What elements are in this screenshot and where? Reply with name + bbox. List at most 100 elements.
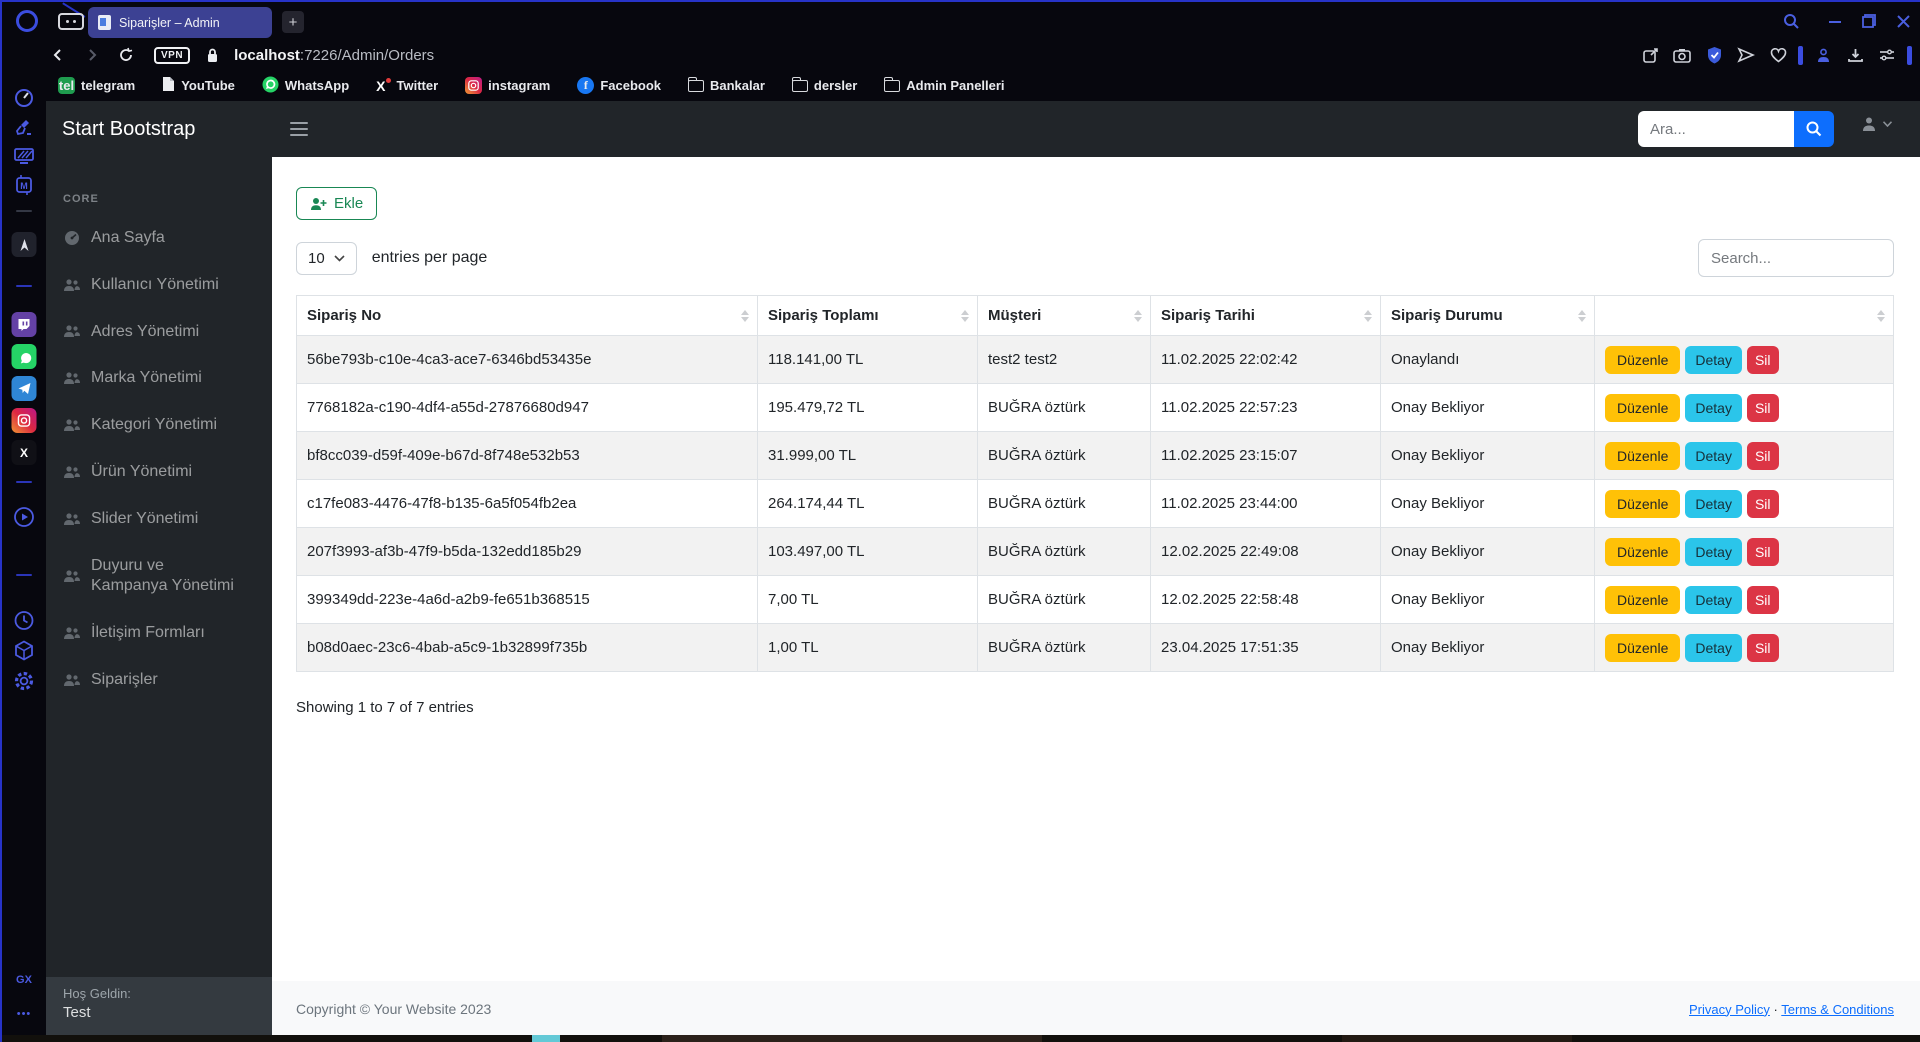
- edit-button[interactable]: Düzenle: [1605, 345, 1681, 374]
- settings-sliders-icon[interactable]: [1875, 43, 1899, 67]
- order-status-cell: Onaylandı: [1380, 335, 1595, 384]
- bookmark-folder-bankalar[interactable]: Bankalar: [688, 76, 765, 93]
- lock-icon[interactable]: [200, 43, 224, 67]
- profile-icon[interactable]: [1811, 43, 1835, 67]
- privacy-policy-link[interactable]: Privacy Policy: [1689, 1002, 1770, 1017]
- gx-themes-icon[interactable]: [14, 147, 34, 165]
- sidebar-item-adres-yonetimi[interactable]: Adres Yönetimi: [46, 309, 272, 356]
- sidebar-item-siparisler[interactable]: Siparişler: [46, 657, 272, 704]
- speed-dial-icon[interactable]: [14, 88, 34, 108]
- column-header-siparis-tarihi[interactable]: Sipariş Tarihi: [1150, 295, 1381, 336]
- delete-button[interactable]: Sil: [1746, 489, 1779, 518]
- browser-tab[interactable]: Siparişler – Admin: [88, 7, 272, 38]
- downloads-icon[interactable]: [1843, 43, 1867, 67]
- edit-button[interactable]: Düzenle: [1605, 633, 1681, 662]
- customer-cell: BUĞRA öztürk: [977, 479, 1151, 528]
- detail-button[interactable]: Detay: [1685, 489, 1742, 518]
- bookmark-folder-admin-panelleri[interactable]: Admin Panelleri: [884, 76, 1005, 93]
- sidebar-item-marka-yonetimi[interactable]: Marka Yönetimi: [46, 355, 272, 402]
- order-total-cell: 7,00 TL: [757, 575, 978, 624]
- delete-button[interactable]: Sil: [1746, 345, 1779, 374]
- settings-gear-icon[interactable]: [13, 670, 35, 692]
- bookmark-telegram[interactable]: tel telegram: [58, 77, 135, 94]
- sidebar-item-kullanici-yonetimi[interactable]: Kullanıcı Yönetimi: [46, 262, 272, 309]
- twitch-icon[interactable]: [11, 312, 37, 337]
- delete-button[interactable]: Sil: [1746, 441, 1779, 470]
- user-dropdown[interactable]: [1860, 115, 1892, 133]
- sidebar-toggle-button[interactable]: [284, 116, 314, 142]
- x-panel-icon[interactable]: X: [11, 440, 37, 465]
- navbar-search-button[interactable]: [1794, 111, 1834, 147]
- table-search-input[interactable]: [1698, 239, 1894, 277]
- sidebar-item-urun-yonetimi[interactable]: Ürün Yönetimi: [46, 449, 272, 496]
- customer-cell: test2 test2: [977, 335, 1151, 384]
- delete-button[interactable]: Sil: [1746, 633, 1779, 662]
- detail-button[interactable]: Detay: [1685, 585, 1742, 614]
- sidebar-item-ana-sayfa[interactable]: Ana Sayfa: [46, 215, 272, 262]
- page-size-select[interactable]: 10: [296, 241, 357, 275]
- navbar-search-input[interactable]: [1638, 111, 1794, 147]
- edit-button[interactable]: Düzenle: [1605, 489, 1681, 518]
- bookmark-instagram[interactable]: instagram: [465, 77, 550, 94]
- bookmark-youtube[interactable]: YouTube: [162, 76, 235, 95]
- edit-button[interactable]: Düzenle: [1605, 441, 1681, 470]
- brand-title[interactable]: Start Bootstrap: [46, 118, 272, 141]
- vpn-badge[interactable]: VPN: [154, 43, 191, 67]
- sidebar-more-icon[interactable]: •••: [17, 1008, 32, 1020]
- gx-profile-label[interactable]: GX: [16, 974, 32, 986]
- sidebar-item-slider-yonetimi[interactable]: Slider Yönetimi: [46, 496, 272, 543]
- detail-button[interactable]: Detay: [1685, 537, 1742, 566]
- bookmark-heart-icon[interactable]: [1766, 43, 1790, 67]
- extensions-icon[interactable]: [14, 640, 35, 661]
- close-button[interactable]: [1892, 10, 1914, 32]
- column-header-siparis-no[interactable]: Sipariş No: [296, 295, 758, 336]
- url-text[interactable]: localhost:7226/Admin/Orders: [234, 47, 434, 64]
- gx-mods-icon[interactable]: M: [13, 174, 35, 196]
- delete-button[interactable]: Sil: [1746, 393, 1779, 422]
- whatsapp-panel-icon[interactable]: [11, 344, 37, 369]
- minimize-button[interactable]: [1824, 10, 1846, 32]
- column-header-musteri[interactable]: Müşteri: [977, 295, 1151, 336]
- cleaner-icon[interactable]: [14, 118, 34, 138]
- detail-button[interactable]: Detay: [1685, 345, 1742, 374]
- history-icon[interactable]: [14, 610, 35, 631]
- reload-icon[interactable]: [114, 43, 138, 67]
- instagram-panel-icon[interactable]: [11, 408, 37, 433]
- player-icon[interactable]: [13, 506, 35, 528]
- sidebar-item-kategori-yonetimi[interactable]: Kategori Yönetimi: [46, 402, 272, 449]
- new-tab-button[interactable]: +: [282, 11, 304, 33]
- column-header-actions[interactable]: [1594, 295, 1894, 336]
- edit-button[interactable]: Düzenle: [1605, 585, 1681, 614]
- delete-button[interactable]: Sil: [1746, 585, 1779, 614]
- column-header-siparis-toplami[interactable]: Sipariş Toplamı: [757, 295, 978, 336]
- snapshot-icon[interactable]: [1638, 43, 1662, 67]
- aim-trainer-icon[interactable]: [11, 232, 37, 257]
- back-icon[interactable]: [46, 43, 70, 67]
- adblock-shield-icon[interactable]: [1702, 43, 1726, 67]
- telegram-panel-icon[interactable]: [11, 376, 37, 401]
- bookmark-folder-dersler[interactable]: dersler: [791, 76, 857, 93]
- delete-button[interactable]: Sil: [1746, 537, 1779, 566]
- edit-button[interactable]: Düzenle: [1605, 537, 1681, 566]
- bookmark-twitter[interactable]: X Twitter: [376, 78, 438, 94]
- sort-icon: [1578, 309, 1586, 322]
- detail-button[interactable]: Detay: [1685, 393, 1742, 422]
- opera-logo-icon[interactable]: [16, 10, 38, 32]
- maximize-button[interactable]: [1858, 10, 1880, 32]
- edit-button[interactable]: Düzenle: [1605, 393, 1681, 422]
- add-button[interactable]: Ekle: [296, 187, 378, 220]
- telegram-chip-icon: tel: [58, 77, 75, 94]
- forward-icon[interactable]: [80, 43, 104, 67]
- detail-button[interactable]: Detay: [1685, 441, 1742, 470]
- sidebar-item-iletisim-formlari[interactable]: İletişim Formları: [46, 610, 272, 657]
- terms-link[interactable]: Terms & Conditions: [1781, 1002, 1894, 1017]
- column-header-siparis-durumu[interactable]: Sipariş Durumu: [1380, 295, 1595, 336]
- sidebar-item-duyuru-kampanya[interactable]: Duyuru ve Kampanya Yönetimi: [46, 543, 272, 611]
- bookmark-facebook[interactable]: f Facebook: [577, 77, 661, 94]
- camera-icon[interactable]: [1670, 43, 1694, 67]
- bookmark-whatsapp[interactable]: WhatsApp: [262, 76, 349, 96]
- detail-button[interactable]: Detay: [1685, 633, 1742, 662]
- tab-search-icon[interactable]: [1780, 10, 1802, 32]
- gx-corner-icon[interactable]: [58, 13, 84, 30]
- send-to-device-icon[interactable]: [1734, 43, 1758, 67]
